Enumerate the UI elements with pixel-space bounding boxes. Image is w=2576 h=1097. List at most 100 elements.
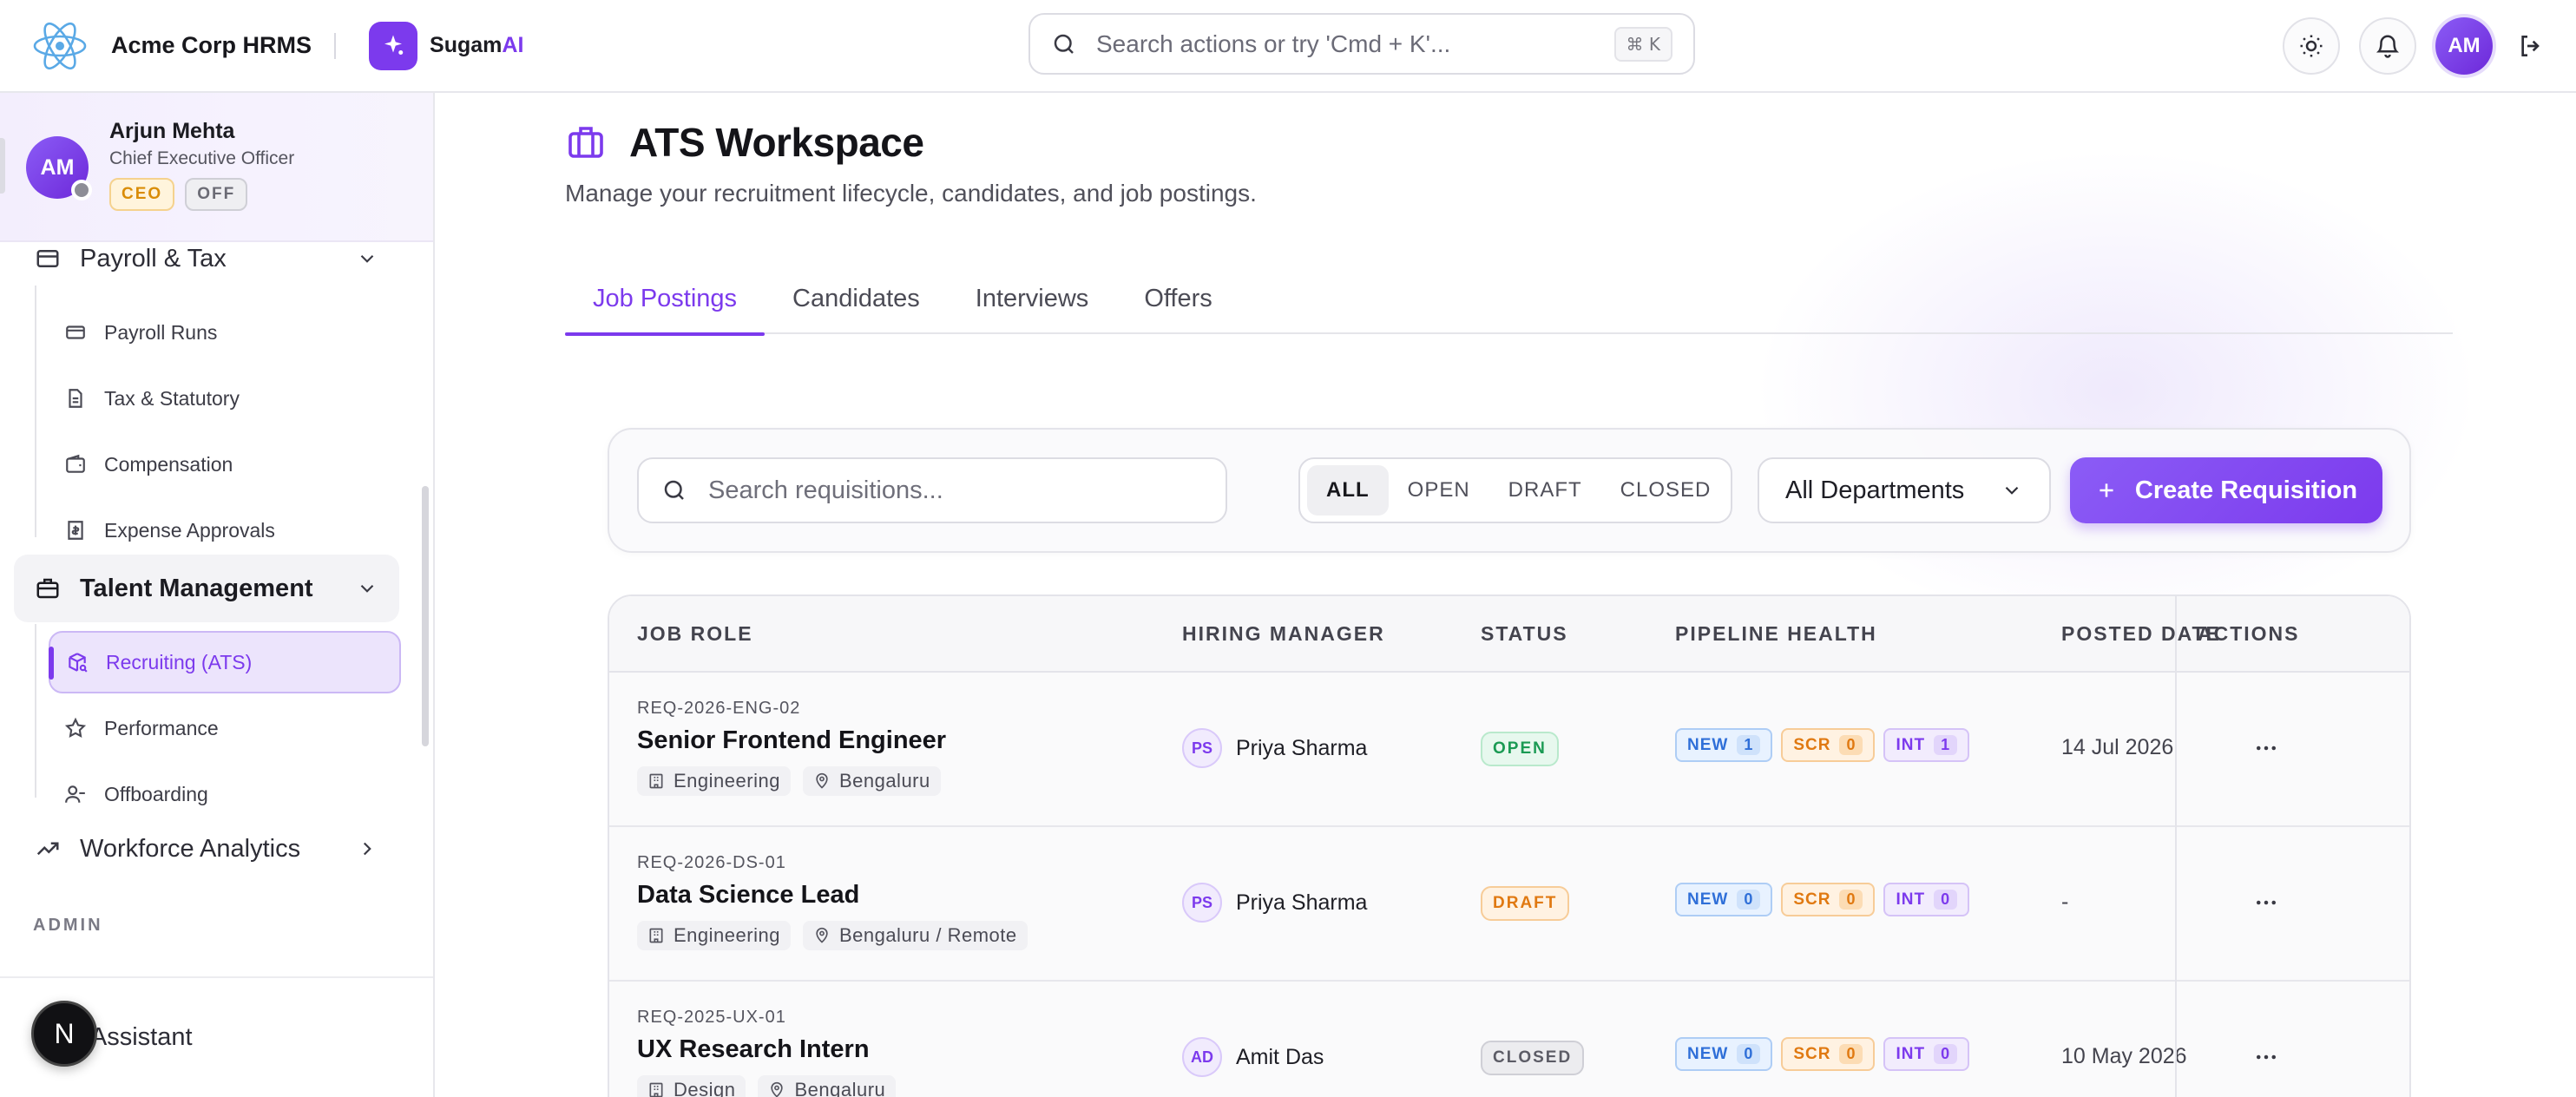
sidebar-group-label: Talent Management xyxy=(80,574,313,602)
sidebar-item-label: Expense Approvals xyxy=(104,518,275,542)
sidebar-item-label: Offboarding xyxy=(104,782,208,805)
profile-indicator xyxy=(0,138,5,194)
theme-toggle-button[interactable] xyxy=(2283,16,2340,75)
table-row[interactable]: REQ-2026-ENG-02 Senior Frontend Engineer… xyxy=(609,673,2409,827)
column-header-status[interactable]: STATUS xyxy=(1481,622,1568,646)
posted-date: 14 Jul 2026 xyxy=(2061,735,2174,759)
building-icon xyxy=(649,928,663,943)
column-header-job-role[interactable]: JOB ROLE xyxy=(637,622,753,646)
status-badge: OPEN xyxy=(1481,732,1559,766)
table-row[interactable]: REQ-2025-UX-01 UX Research Intern Design… xyxy=(609,982,2409,1097)
job-meta: Design Bengaluru xyxy=(637,1075,908,1097)
sidebar-item-label: Tax & Statutory xyxy=(104,386,240,410)
sidebar-item-expense-approvals[interactable]: Expense Approvals xyxy=(49,499,401,562)
sparkle-icon xyxy=(369,21,418,70)
logout-icon xyxy=(2521,35,2540,56)
department-select[interactable]: All Departments xyxy=(1758,457,2051,523)
admin-section-label: ADMIN xyxy=(33,916,103,935)
search-icon xyxy=(1054,34,1074,54)
sidebar-item-label: Payroll Runs xyxy=(104,320,218,344)
notifications-button[interactable] xyxy=(2359,16,2416,75)
department-select-value: All Departments xyxy=(1785,476,1965,504)
map-pin-icon xyxy=(816,927,828,943)
sidebar-item-compensation[interactable]: Compensation xyxy=(49,433,401,496)
row-actions-button[interactable] xyxy=(2253,890,2279,916)
requisition-search-input[interactable]: Search requisitions... xyxy=(637,457,1227,523)
user-tags: CEO OFF xyxy=(109,178,258,211)
create-requisition-button[interactable]: Create Requisition xyxy=(2070,457,2382,523)
submenu-rail xyxy=(35,624,36,798)
bell-icon xyxy=(2376,35,2400,58)
chevron-down-icon xyxy=(356,247,378,270)
presence-dot xyxy=(71,180,92,200)
filter-draft[interactable]: DRAFT xyxy=(1489,465,1601,516)
sidebar-group-talent[interactable]: Talent Management xyxy=(14,555,399,622)
sidebar-item-label: Performance xyxy=(104,716,219,739)
tab-job-postings[interactable]: Job Postings xyxy=(565,263,766,336)
chevron-right-icon xyxy=(356,838,378,860)
manager-name: Priya Sharma xyxy=(1236,735,1368,760)
pipeline-interview-pill: INT 1 xyxy=(1883,728,1970,762)
pill-label: INT xyxy=(1896,890,1926,909)
department-text: Engineering xyxy=(674,770,780,792)
table-header: JOB ROLE HIRING MANAGER STATUS PIPELINE … xyxy=(609,596,2409,673)
tab-offers[interactable]: Offers xyxy=(1116,263,1239,334)
pill-count: 0 xyxy=(1737,1044,1761,1064)
user-avatar-button[interactable]: AM xyxy=(2435,16,2493,75)
role-tag: CEO xyxy=(109,178,175,211)
command-search-input[interactable]: Search actions or try 'Cmd + K'... ⌘ K xyxy=(1028,13,1695,75)
sugam-text: Sugam xyxy=(430,33,503,57)
create-requisition-label: Create Requisition xyxy=(2134,476,2358,504)
pipeline-health: NEW 1 SCR 0 INT 1 xyxy=(1675,728,1978,762)
job-role[interactable]: Data Science Lead xyxy=(637,881,859,910)
sidebar-group-payroll[interactable]: Payroll & Tax xyxy=(14,225,399,292)
filter-closed[interactable]: CLOSED xyxy=(1601,465,1731,516)
requisitions-table: JOB ROLE HIRING MANAGER STATUS PIPELINE … xyxy=(608,594,2411,1097)
sidebar-group-label: Workforce Analytics xyxy=(80,834,301,863)
pipeline-new-pill: NEW 0 xyxy=(1675,883,1773,916)
tab-interviews[interactable]: Interviews xyxy=(948,263,1117,334)
job-role[interactable]: Senior Frontend Engineer xyxy=(637,726,946,755)
sidebar-scrollbar[interactable] xyxy=(422,486,429,746)
row-actions-button[interactable] xyxy=(2253,1044,2279,1070)
table-row[interactable]: REQ-2026-DS-01 Data Science Lead Enginee… xyxy=(609,827,2409,982)
sidebar-item-tax-statutory[interactable]: Tax & Statutory xyxy=(49,367,401,430)
briefcase-icon xyxy=(568,127,603,158)
column-header-hiring-manager[interactable]: HIRING MANAGER xyxy=(1182,622,1385,646)
card-icon xyxy=(66,325,85,339)
brand[interactable]: Acme Corp HRMS xyxy=(31,17,312,75)
pipeline-new-pill: NEW 1 xyxy=(1675,728,1773,762)
pipeline-interview-pill: INT 0 xyxy=(1883,1037,1970,1071)
job-role[interactable]: UX Research Intern xyxy=(637,1035,870,1064)
sugam-ai-button[interactable]: SugamAI xyxy=(369,21,523,70)
pipeline-new-pill: NEW 0 xyxy=(1675,1037,1773,1071)
page-header: ATS Workspace xyxy=(565,119,924,166)
column-header-pipeline-health[interactable]: PIPELINE HEALTH xyxy=(1675,622,1877,646)
sidebar-item-label: Compensation xyxy=(104,452,233,476)
location-text: Bengaluru xyxy=(794,1079,886,1097)
main-content: ATS Workspace Manage your recruitment li… xyxy=(435,93,2576,1097)
logout-button[interactable] xyxy=(2517,32,2545,60)
sidebar-item-payroll-runs[interactable]: Payroll Runs xyxy=(49,301,401,364)
pill-count: 0 xyxy=(1934,1044,1958,1064)
app-title: Acme Corp HRMS xyxy=(111,32,312,58)
sidebar-group-workforce-analytics[interactable]: Workforce Analytics xyxy=(14,815,399,883)
row-actions-button[interactable] xyxy=(2253,735,2279,761)
sidebar: AM Arjun Mehta Chief Executive Officer C… xyxy=(0,93,435,1097)
filter-open[interactable]: OPEN xyxy=(1389,465,1489,516)
page-subtitle: Manage your recruitment lifecycle, candi… xyxy=(565,180,1257,207)
sidebar-item-recruiting-ats[interactable]: Recruiting (ATS) xyxy=(49,631,401,693)
filter-all[interactable]: ALL xyxy=(1307,465,1389,516)
shortcut-hint: ⌘ K xyxy=(1613,26,1672,62)
posted-date: - xyxy=(2061,890,2069,914)
actions-column-divider xyxy=(2175,596,2177,1097)
chevron-down-icon xyxy=(356,577,378,600)
sidebar-item-performance[interactable]: Performance xyxy=(49,697,401,759)
pill-count: 1 xyxy=(1934,735,1958,755)
pill-label: NEW xyxy=(1687,1044,1729,1063)
dev-tools-button[interactable]: N xyxy=(31,1001,97,1067)
user-profile-card[interactable]: AM Arjun Mehta Chief Executive Officer C… xyxy=(0,93,433,242)
document-icon xyxy=(69,389,82,408)
tab-candidates[interactable]: Candidates xyxy=(765,263,948,334)
avatar: AD xyxy=(1182,1037,1222,1077)
